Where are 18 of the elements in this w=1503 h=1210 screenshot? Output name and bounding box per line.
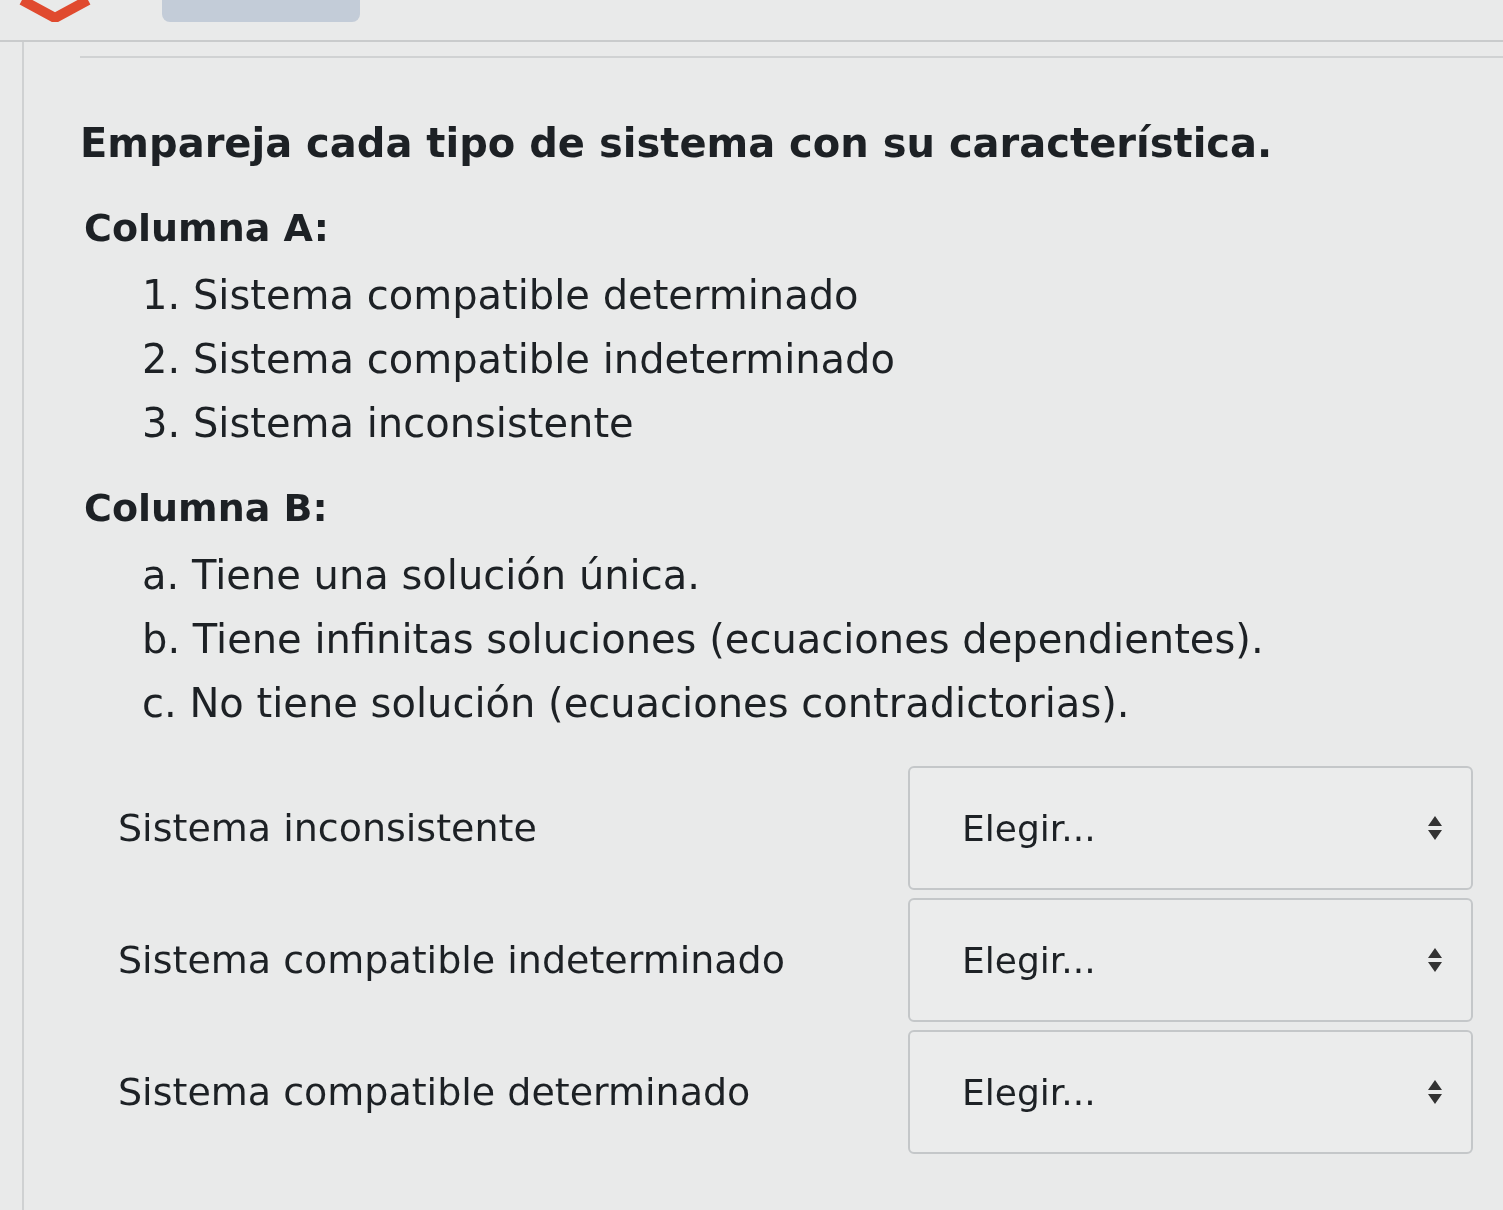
- list-item: b. Tiene infinitas soluciones (ecuaciones dependientes).: [142, 616, 1265, 662]
- select-field[interactable]: Elegir...: [908, 898, 1473, 1022]
- sort-arrows-icon: [1427, 815, 1443, 841]
- select-field[interactable]: Elegir...: [908, 1030, 1473, 1154]
- question-text: Empareja cada tipo de sistema con su característica.: [80, 120, 1274, 166]
- column-heading: Columna B:: [84, 486, 329, 530]
- list-item: a. Tiene una solución única.: [142, 552, 701, 598]
- match-label: Sistema inconsistente: [117, 806, 538, 850]
- list-item: 2. Sistema compatible indeterminado: [142, 336, 896, 382]
- sort-arrows-icon: [1427, 1079, 1443, 1105]
- list-item: 3. Sistema inconsistente: [142, 400, 635, 446]
- select-field[interactable]: Elegir...: [908, 766, 1473, 890]
- column-heading: Columna A:: [84, 206, 330, 250]
- list-item: 1. Sistema compatible determinado: [142, 272, 860, 318]
- match-label: Sistema compatible indeterminado: [117, 938, 786, 982]
- match-label: Sistema compatible determinado: [117, 1070, 752, 1114]
- sort-arrows-icon: [1427, 947, 1443, 973]
- list-item: c. No tiene solución (ecuaciones contradictorias).: [142, 680, 1131, 726]
